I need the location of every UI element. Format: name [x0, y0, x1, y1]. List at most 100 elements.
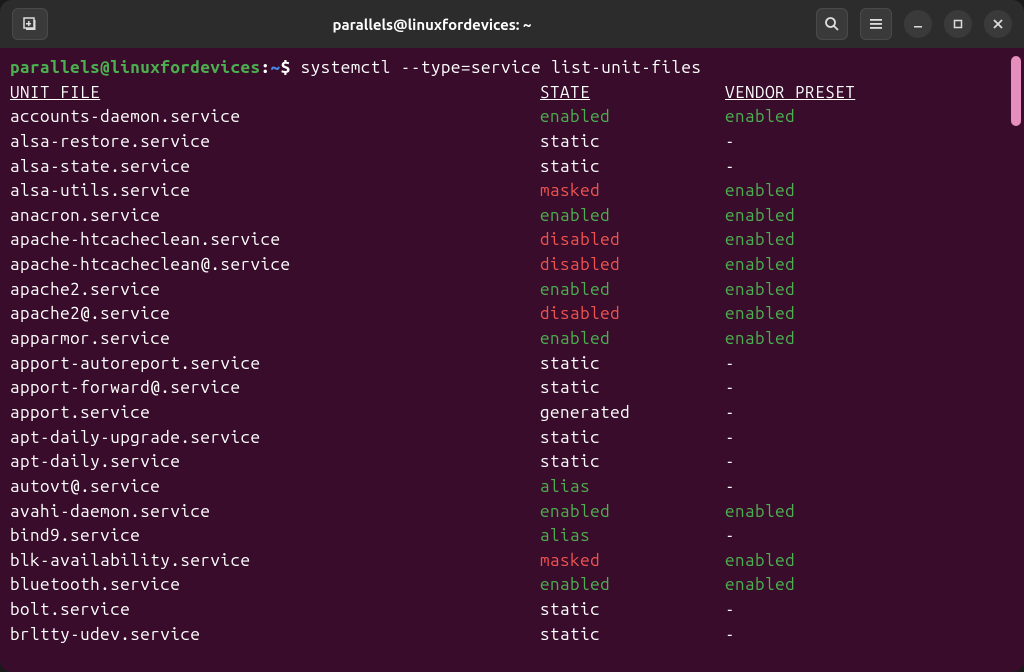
state-cell: static	[540, 352, 725, 377]
state-cell: enabled	[540, 105, 725, 130]
state-cell: static	[540, 450, 725, 475]
prompt-path: ~	[271, 58, 281, 77]
titlebar: parallels@linuxfordevices: ~	[0, 0, 1024, 48]
table-row: bluetooth.serviceenabledenabled	[10, 573, 1014, 598]
unit-file-cell: alsa-state.service	[10, 155, 540, 180]
header-preset: VENDOR PRESET	[725, 81, 1014, 106]
preset-cell: enabled	[725, 278, 1014, 303]
prompt-user-host: parallels@linuxfordevices	[10, 58, 261, 77]
preset-cell: enabled	[725, 179, 1014, 204]
state-cell: disabled	[540, 228, 725, 253]
preset-cell: enabled	[725, 228, 1014, 253]
table-row: apport.servicegenerated-	[10, 401, 1014, 426]
state-cell: alias	[540, 475, 725, 500]
state-cell: enabled	[540, 204, 725, 229]
close-icon	[992, 18, 1004, 30]
state-cell: masked	[540, 179, 725, 204]
unit-file-cell: autovt@.service	[10, 475, 540, 500]
table-row: accounts-daemon.serviceenabledenabled	[10, 105, 1014, 130]
state-cell: masked	[540, 549, 725, 574]
close-button[interactable]	[984, 10, 1012, 38]
state-cell: disabled	[540, 253, 725, 278]
unit-file-cell: bluetooth.service	[10, 573, 540, 598]
state-cell: enabled	[540, 500, 725, 525]
maximize-button[interactable]	[944, 10, 972, 38]
terminal-window: parallels@linuxfordevices: ~ parallels@l…	[0, 0, 1024, 672]
unit-file-cell: alsa-restore.service	[10, 130, 540, 155]
maximize-icon	[952, 18, 964, 30]
table-row: blk-availability.servicemaskedenabled	[10, 549, 1014, 574]
table-row: apt-daily.servicestatic-	[10, 450, 1014, 475]
unit-file-cell: bolt.service	[10, 598, 540, 623]
state-cell: generated	[540, 401, 725, 426]
table-row: alsa-utils.servicemaskedenabled	[10, 179, 1014, 204]
preset-cell: -	[725, 401, 1014, 426]
unit-file-cell: bind9.service	[10, 524, 540, 549]
window-title: parallels@linuxfordevices: ~	[56, 16, 808, 33]
table-row: apache2.serviceenabledenabled	[10, 278, 1014, 303]
unit-file-cell: anacron.service	[10, 204, 540, 229]
prompt-separator: :	[261, 58, 271, 77]
new-tab-icon	[22, 16, 38, 32]
new-tab-button[interactable]	[12, 8, 48, 40]
unit-file-cell: blk-availability.service	[10, 549, 540, 574]
state-cell: static	[540, 426, 725, 451]
unit-file-cell: alsa-utils.service	[10, 179, 540, 204]
preset-cell: enabled	[725, 327, 1014, 352]
preset-cell: -	[725, 450, 1014, 475]
minimize-button[interactable]	[904, 10, 932, 38]
unit-file-cell: apache-htcacheclean@.service	[10, 253, 540, 278]
state-cell: enabled	[540, 278, 725, 303]
state-cell: static	[540, 130, 725, 155]
table-row: alsa-state.servicestatic-	[10, 155, 1014, 180]
table-row: apparmor.serviceenabledenabled	[10, 327, 1014, 352]
search-icon	[824, 16, 840, 32]
header-unit: UNIT FILE	[10, 81, 540, 106]
state-cell: static	[540, 155, 725, 180]
preset-cell: -	[725, 475, 1014, 500]
unit-file-cell: brltty-udev.service	[10, 623, 540, 648]
preset-cell: -	[725, 524, 1014, 549]
table-row: anacron.serviceenabledenabled	[10, 204, 1014, 229]
prompt-symbol: $	[281, 58, 301, 77]
table-row: apache-htcacheclean@.servicedisabledenab…	[10, 253, 1014, 278]
preset-cell: -	[725, 376, 1014, 401]
hamburger-icon	[868, 16, 884, 32]
unit-file-cell: apache2.service	[10, 278, 540, 303]
table-row: apport-autoreport.servicestatic-	[10, 352, 1014, 377]
terminal-body[interactable]: parallels@linuxfordevices:~$ systemctl -…	[0, 48, 1024, 672]
minimize-icon	[912, 18, 924, 30]
command-text: systemctl --type=service list-unit-files	[301, 58, 702, 77]
preset-cell: enabled	[725, 500, 1014, 525]
table-row: bind9.servicealias-	[10, 524, 1014, 549]
preset-cell: enabled	[725, 302, 1014, 327]
prompt-line: parallels@linuxfordevices:~$ systemctl -…	[10, 56, 1014, 81]
table-row: bolt.servicestatic-	[10, 598, 1014, 623]
menu-button[interactable]	[860, 8, 892, 40]
state-cell: enabled	[540, 327, 725, 352]
unit-file-cell: avahi-daemon.service	[10, 500, 540, 525]
preset-cell: enabled	[725, 253, 1014, 278]
unit-file-cell: apport-autoreport.service	[10, 352, 540, 377]
header-state: STATE	[540, 81, 725, 106]
scrollbar-thumb[interactable]	[1011, 56, 1021, 126]
table-row: avahi-daemon.serviceenabledenabled	[10, 500, 1014, 525]
state-cell: static	[540, 598, 725, 623]
table-row: apache2@.servicedisabledenabled	[10, 302, 1014, 327]
unit-file-cell: apt-daily.service	[10, 450, 540, 475]
table-body: accounts-daemon.serviceenabledenabledals…	[10, 105, 1014, 647]
unit-file-cell: apache2@.service	[10, 302, 540, 327]
unit-file-cell: apport.service	[10, 401, 540, 426]
table-row: apport-forward@.servicestatic-	[10, 376, 1014, 401]
state-cell: static	[540, 623, 725, 648]
preset-cell: -	[725, 426, 1014, 451]
search-button[interactable]	[816, 8, 848, 40]
preset-cell: -	[725, 352, 1014, 377]
unit-file-cell: apport-forward@.service	[10, 376, 540, 401]
preset-cell: enabled	[725, 573, 1014, 598]
table-row: apt-daily-upgrade.servicestatic-	[10, 426, 1014, 451]
unit-file-cell: apache-htcacheclean.service	[10, 228, 540, 253]
table-row: brltty-udev.servicestatic-	[10, 623, 1014, 648]
titlebar-controls	[816, 8, 1012, 40]
preset-cell: -	[725, 155, 1014, 180]
